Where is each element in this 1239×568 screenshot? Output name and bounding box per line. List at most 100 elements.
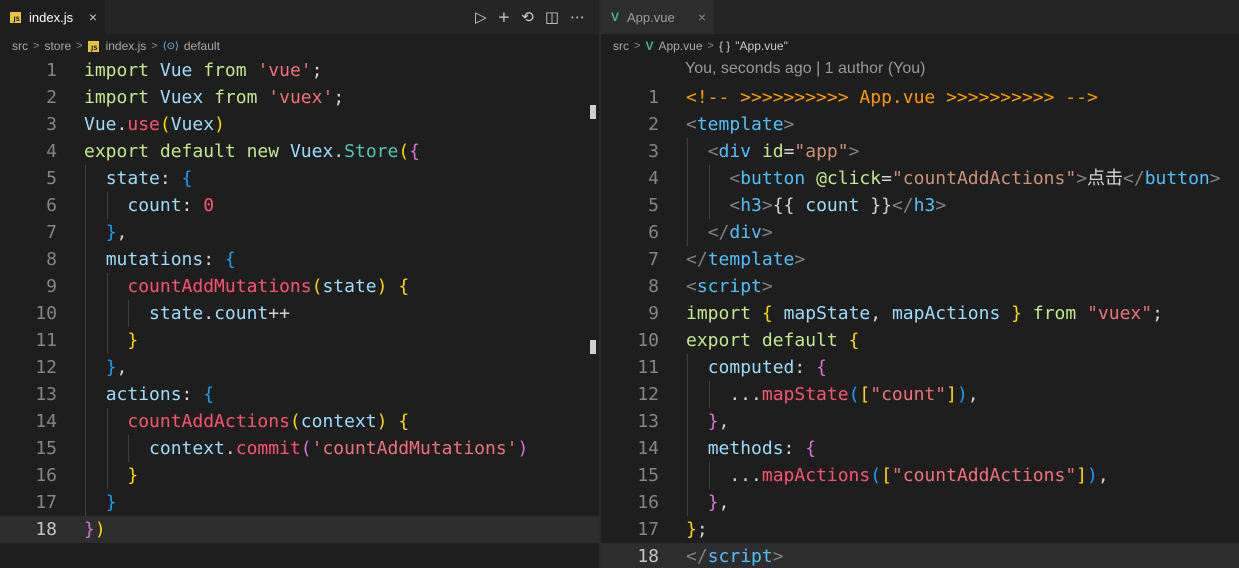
code-line[interactable]: 11 computed: { xyxy=(601,354,1239,381)
code-line[interactable]: 15 context.commit('countAddMutations') xyxy=(0,435,599,462)
code-text[interactable]: import { mapState, mapActions } from "vu… xyxy=(686,300,1163,327)
code-text[interactable]: mutations: { xyxy=(84,246,236,273)
code-line[interactable]: 8 mutations: { xyxy=(0,246,599,273)
code-line[interactable]: 18 </script> xyxy=(601,543,1239,568)
code-line[interactable]: 6 </div> xyxy=(601,219,1239,246)
code-line[interactable]: 17 } xyxy=(0,489,599,516)
run-icon[interactable]: ▷ xyxy=(475,8,487,26)
right-editor-pane[interactable]: V App.vue × src > V App.vue > { } "App.v… xyxy=(601,0,1239,568)
code-text[interactable]: }) xyxy=(84,516,106,543)
code-text[interactable]: ...mapActions(["countAddActions"]), xyxy=(686,462,1108,489)
code-line[interactable]: 14 methods: { xyxy=(601,435,1239,462)
code-line[interactable]: 16 } xyxy=(0,462,599,489)
code-line[interactable]: 13 actions: { xyxy=(0,381,599,408)
code-text[interactable]: </script> xyxy=(686,543,784,568)
code-text[interactable]: } xyxy=(84,327,138,354)
code-line[interactable]: 7 }, xyxy=(0,219,599,246)
code-line[interactable]: 2 <template> xyxy=(601,111,1239,138)
line-number: 12 xyxy=(35,357,57,378)
codelens-blame[interactable]: You, seconds ago | 1 author (You) xyxy=(685,60,925,78)
code-line[interactable]: 10 export default { xyxy=(601,327,1239,354)
breadcrumb-app-vue[interactable]: App.vue xyxy=(658,39,702,53)
breadcrumb-index-js[interactable]: index.js xyxy=(106,39,147,53)
line-number: 1 xyxy=(648,87,659,108)
code-area[interactable]: 1 <!-- >>>>>>>>>> App.vue >>>>>>>>>> --> 2… xyxy=(601,84,1239,568)
code-line[interactable]: 18}) xyxy=(0,516,599,543)
code-line[interactable]: 15 ...mapActions(["countAddActions"]), xyxy=(601,462,1239,489)
code-line[interactable]: 12 }, xyxy=(0,354,599,381)
breadcrumb-default[interactable]: default xyxy=(184,39,220,53)
code-text[interactable]: <div id="app"> xyxy=(686,138,860,165)
code-line[interactable]: 10 state.count++ xyxy=(0,300,599,327)
code-text[interactable]: import Vuex from 'vuex'; xyxy=(84,84,344,111)
code-line[interactable]: 5 <h3>{{ count }}</h3> xyxy=(601,192,1239,219)
code-text[interactable]: count: 0 xyxy=(84,192,214,219)
open-changes-icon[interactable]: ⟲ xyxy=(521,8,534,26)
code-line[interactable]: 8 <script> xyxy=(601,273,1239,300)
close-icon[interactable]: × xyxy=(698,9,706,25)
code-text[interactable]: <button @click="countAddActions">点击</but… xyxy=(686,165,1220,192)
chevron-right-icon: > xyxy=(33,40,40,52)
tab-app-vue[interactable]: V App.vue × xyxy=(601,0,714,34)
code-text[interactable]: }, xyxy=(84,354,128,381)
code-line[interactable]: 12 ...mapState(["count"]), xyxy=(601,381,1239,408)
code-line[interactable]: 16 }, xyxy=(601,489,1239,516)
code-line[interactable]: 2 import Vuex from 'vuex'; xyxy=(0,84,599,111)
code-text[interactable]: }, xyxy=(686,408,730,435)
code-text[interactable]: <h3>{{ count }}</h3> xyxy=(686,192,946,219)
code-text[interactable]: export default { xyxy=(686,327,859,354)
add-icon[interactable]: + xyxy=(498,8,511,26)
code-text[interactable]: context.commit('countAddMutations') xyxy=(84,435,528,462)
code-line[interactable]: 9 countAddMutations(state) { xyxy=(0,273,599,300)
code-text[interactable]: state: { xyxy=(84,165,193,192)
breadcrumb-store[interactable]: store xyxy=(44,39,71,53)
more-actions-icon[interactable]: ⋯ xyxy=(570,8,585,26)
breadcrumb-src[interactable]: src xyxy=(613,39,629,53)
code-line[interactable]: 13 }, xyxy=(601,408,1239,435)
code-text[interactable]: } xyxy=(84,462,138,489)
code-line[interactable]: 9 import { mapState, mapActions } from "v… xyxy=(601,300,1239,327)
code-line[interactable]: 6 count: 0 xyxy=(0,192,599,219)
code-line[interactable]: 11 } xyxy=(0,327,599,354)
code-text[interactable]: ...mapState(["count"]), xyxy=(686,381,978,408)
scrollbar-marker[interactable] xyxy=(590,340,596,354)
line-number: 14 xyxy=(35,411,57,432)
code-text[interactable]: </div> xyxy=(686,219,773,246)
close-icon[interactable]: × xyxy=(89,9,97,25)
code-text[interactable]: <!-- >>>>>>>>>> App.vue >>>>>>>>>> --> xyxy=(686,84,1098,111)
code-text[interactable]: <template> xyxy=(686,111,794,138)
scrollbar-marker[interactable] xyxy=(590,105,596,119)
code-line[interactable]: 5 state: { xyxy=(0,165,599,192)
code-line[interactable]: 14 countAddActions(context) { xyxy=(0,408,599,435)
code-text[interactable]: }, xyxy=(686,489,730,516)
line-number: 17 xyxy=(637,519,659,540)
left-editor-pane[interactable]: JS index.js × ▷ + ⟲ ◫ ⋯ src > store > JS… xyxy=(0,0,599,568)
code-line[interactable]: 4 export default new Vuex.Store({ xyxy=(0,138,599,165)
breadcrumb-symbol[interactable]: "App.vue" xyxy=(735,39,788,53)
code-text[interactable]: Vue.use(Vuex) xyxy=(84,111,225,138)
code-text[interactable]: actions: { xyxy=(84,381,214,408)
code-text[interactable]: } xyxy=(84,489,117,516)
code-text[interactable]: }; xyxy=(686,516,708,543)
tab-index-js[interactable]: JS index.js × xyxy=(0,0,105,34)
code-text[interactable]: methods: { xyxy=(686,435,816,462)
breadcrumb-src[interactable]: src xyxy=(12,39,28,53)
code-text[interactable]: computed: { xyxy=(686,354,827,381)
code-line[interactable]: 1 <!-- >>>>>>>>>> App.vue >>>>>>>>>> --> xyxy=(601,84,1239,111)
code-line[interactable]: 4 <button @click="countAddActions">点击</b… xyxy=(601,165,1239,192)
code-line[interactable]: 17}; xyxy=(601,516,1239,543)
code-area[interactable]: 1 import Vue from 'vue'; 2 import Vuex from… xyxy=(0,57,599,568)
code-text[interactable]: </template> xyxy=(686,246,805,273)
code-text[interactable]: export default new Vuex.Store({ xyxy=(84,138,420,165)
code-line[interactable]: 7 </template> xyxy=(601,246,1239,273)
code-text[interactable]: countAddMutations(state) { xyxy=(84,273,409,300)
code-text[interactable]: countAddActions(context) { xyxy=(84,408,409,435)
code-text[interactable]: state.count++ xyxy=(84,300,290,327)
code-line[interactable]: 3 Vue.use(Vuex) xyxy=(0,111,599,138)
split-editor-icon[interactable]: ◫ xyxy=(545,8,559,26)
code-line[interactable]: 1 import Vue from 'vue'; xyxy=(0,57,599,84)
code-line[interactable]: 3 <div id="app"> xyxy=(601,138,1239,165)
code-text[interactable]: }, xyxy=(84,219,128,246)
code-text[interactable]: <script> xyxy=(686,273,773,300)
code-text[interactable]: import Vue from 'vue'; xyxy=(84,57,322,84)
